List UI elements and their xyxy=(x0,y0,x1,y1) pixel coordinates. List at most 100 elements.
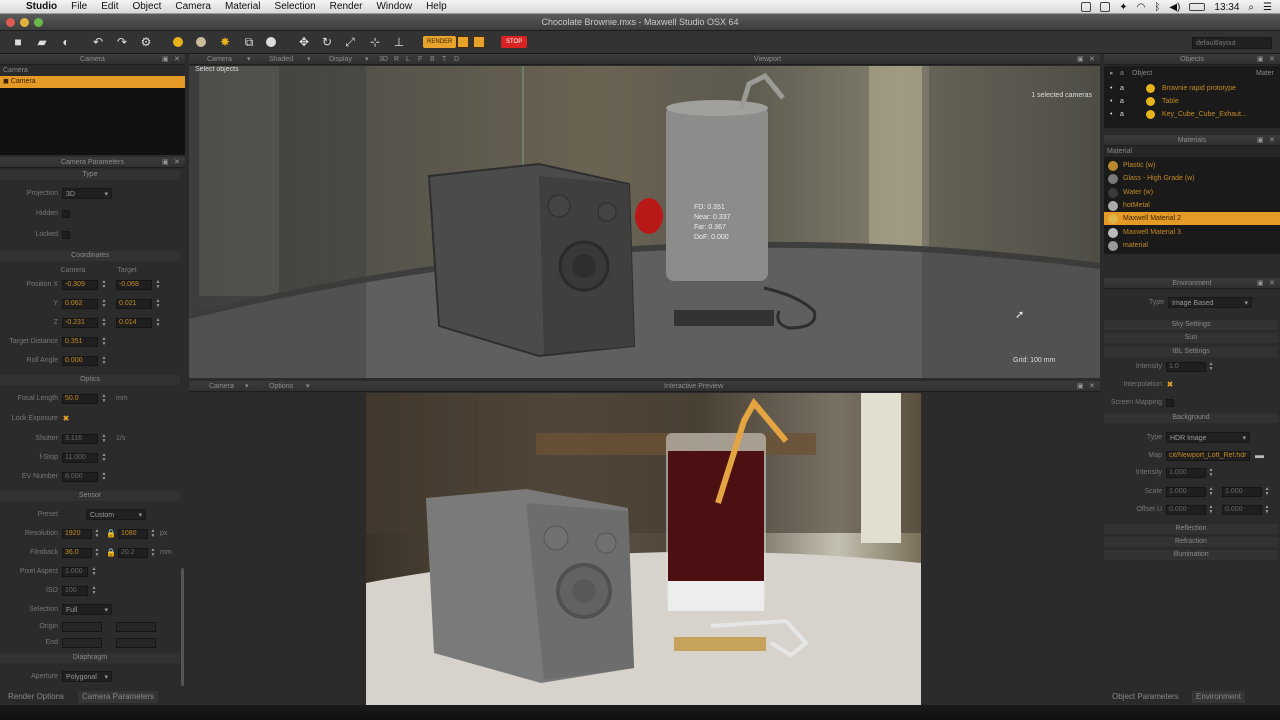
tab-object-parameters[interactable]: Object Parameters xyxy=(1112,691,1179,703)
view-right-button[interactable]: R xyxy=(394,54,399,65)
lock-icon[interactable]: a xyxy=(1120,108,1124,121)
pin-icon[interactable]: ▣ xyxy=(1257,135,1264,146)
close-window-button[interactable] xyxy=(6,18,15,27)
camera-list-item[interactable]: ◼ Camera xyxy=(0,76,185,88)
diaphragm-section[interactable]: Diaphragm xyxy=(0,653,180,663)
menu-edit[interactable]: Edit xyxy=(94,0,125,14)
spinner-icon[interactable]: ▲ ▼ xyxy=(1264,505,1270,515)
scale-u-field[interactable]: 1.000 xyxy=(1166,487,1206,497)
render-settings-icon[interactable] xyxy=(473,36,485,48)
save-icon[interactable]: ◐ xyxy=(58,34,74,50)
close-icon[interactable]: ✕ xyxy=(174,54,180,65)
spinner-icon[interactable]: ▲ ▼ xyxy=(101,356,107,366)
dropbox-icon[interactable]: ✦ xyxy=(1119,2,1127,13)
spinner-icon[interactable]: ▲ ▼ xyxy=(91,567,97,577)
pos-y-camera-field[interactable]: 0.062 xyxy=(62,299,98,309)
type-section[interactable]: Type xyxy=(0,170,180,180)
viewport-display-menu[interactable]: Display xyxy=(329,54,352,65)
bluetooth-icon[interactable]: ᛒ xyxy=(1154,2,1160,13)
reflection-section[interactable]: Reflection xyxy=(1104,524,1278,534)
zoom-window-button[interactable] xyxy=(34,18,43,27)
object-row[interactable]: • a Key_Cube_Cube_Exhaut... xyxy=(1104,108,1274,121)
end-x-field[interactable] xyxy=(62,638,102,648)
viewport-shaded-menu[interactable]: Shaded xyxy=(269,54,293,65)
spinner-icon[interactable]: ▲ ▼ xyxy=(94,548,100,558)
pin-icon[interactable]: ▣ xyxy=(1077,381,1084,392)
menu-camera[interactable]: Camera xyxy=(168,0,218,14)
menu-render[interactable]: Render xyxy=(323,0,370,14)
panel-scrollbar[interactable] xyxy=(181,568,184,686)
spinner-icon[interactable]: ▲ ▼ xyxy=(155,318,161,328)
resolution-height-field[interactable]: 1080 xyxy=(118,529,148,539)
menu-window[interactable]: Window xyxy=(369,0,419,14)
notification-icon[interactable]: ☰ xyxy=(1263,2,1272,13)
menu-material[interactable]: Material xyxy=(218,0,268,14)
hidden-checkbox[interactable] xyxy=(62,210,70,218)
view-3d-button[interactable]: 3D xyxy=(379,54,388,65)
material-row[interactable]: Plastic (w) xyxy=(1104,159,1280,172)
render-region-icon[interactable] xyxy=(457,36,469,48)
sphere-icon[interactable] xyxy=(266,37,276,47)
close-icon[interactable]: ✕ xyxy=(1089,54,1095,65)
background-section[interactable]: Background xyxy=(1104,413,1278,423)
spinner-icon[interactable]: ▲ ▼ xyxy=(101,434,107,444)
spinner-icon[interactable]: ▲ ▼ xyxy=(155,299,161,309)
env-type-dropdown[interactable]: Image Based ▾ xyxy=(1168,297,1252,308)
screen-icon[interactable] xyxy=(1100,2,1111,12)
move-icon[interactable]: ✥ xyxy=(296,34,312,50)
coordinates-section[interactable]: Coordinates xyxy=(0,251,180,261)
stop-button[interactable]: STOP xyxy=(501,36,528,48)
shutter-field[interactable]: 3.116 xyxy=(62,434,98,444)
spinner-icon[interactable]: ▲ ▼ xyxy=(101,337,107,347)
spinner-icon[interactable]: ▲ ▼ xyxy=(155,280,161,290)
spinner-icon[interactable]: ▲ ▼ xyxy=(1208,362,1214,372)
origin-y-field[interactable] xyxy=(116,622,156,632)
locked-checkbox[interactable] xyxy=(62,231,70,239)
wifi-icon[interactable]: ◠ xyxy=(1137,2,1146,13)
pos-z-target-field[interactable]: 0.014 xyxy=(116,318,152,328)
offset-u-field[interactable]: 0.000 xyxy=(1166,505,1206,515)
projection-dropdown[interactable]: 3D ▾ xyxy=(62,188,112,199)
pin-icon[interactable]: ▣ xyxy=(162,157,169,168)
close-icon[interactable]: ✕ xyxy=(1269,135,1275,146)
spinner-icon[interactable]: ▲ ▼ xyxy=(1208,505,1214,515)
visibility-icon[interactable]: • xyxy=(1110,82,1112,95)
tab-camera-parameters[interactable]: Camera Parameters xyxy=(78,691,159,703)
close-icon[interactable]: ✕ xyxy=(174,157,180,168)
material-row[interactable]: Glass - High Grade (w) xyxy=(1104,172,1280,185)
spinner-icon[interactable]: ▲ ▼ xyxy=(101,453,107,463)
instance-icon[interactable]: ⧉ xyxy=(241,34,257,50)
optics-section[interactable]: Optics xyxy=(0,375,180,385)
interpolation-checkbox[interactable]: ✖ xyxy=(1166,381,1174,389)
spinner-icon[interactable]: ▲ ▼ xyxy=(91,586,97,596)
preview-render[interactable] xyxy=(366,393,921,705)
refraction-section[interactable]: Refraction xyxy=(1104,537,1278,547)
ev-field[interactable]: 8.000 xyxy=(62,472,98,482)
layout-dropdown[interactable]: defaultlayout xyxy=(1192,37,1272,49)
filmback-width-field[interactable]: 36.0 xyxy=(62,548,92,558)
minimize-window-button[interactable] xyxy=(20,18,29,27)
pos-x-target-field[interactable]: -0.068 xyxy=(116,280,152,290)
material-row[interactable]: hotMetal xyxy=(1104,199,1280,212)
filmback-height-field[interactable]: 20.2 xyxy=(118,548,148,558)
pos-y-target-field[interactable]: 0.021 xyxy=(116,299,152,309)
spinner-icon[interactable]: ▲ ▼ xyxy=(1208,468,1214,478)
view-bottom-button[interactable]: D xyxy=(454,54,459,65)
preview-camera-menu[interactable]: Camera xyxy=(209,381,234,392)
bg-intensity-field[interactable]: 1.000 xyxy=(1166,468,1206,478)
close-icon[interactable]: ✕ xyxy=(1269,278,1275,289)
tab-environment[interactable]: Environment xyxy=(1192,691,1245,703)
menu-help[interactable]: Help xyxy=(419,0,454,14)
open-folder-icon[interactable]: ▰ xyxy=(34,34,50,50)
search-icon[interactable]: ⌕ xyxy=(1248,2,1254,13)
preview-options-menu[interactable]: Options xyxy=(269,381,293,392)
material-row[interactable]: Maxwell Material 2 xyxy=(1104,212,1280,226)
object-row[interactable]: • a Brownie rapid prototype xyxy=(1104,82,1274,95)
viewport-camera-menu[interactable]: Camera xyxy=(207,54,232,65)
preset-dropdown[interactable]: Custom ▾ xyxy=(86,509,146,520)
pivot-icon[interactable]: ⊹ xyxy=(367,34,383,50)
pin-icon[interactable]: ▣ xyxy=(1077,54,1084,65)
end-y-field[interactable] xyxy=(116,638,156,648)
material-row[interactable]: Water (w) xyxy=(1104,186,1280,199)
screen-mapping-checkbox[interactable] xyxy=(1166,399,1174,407)
